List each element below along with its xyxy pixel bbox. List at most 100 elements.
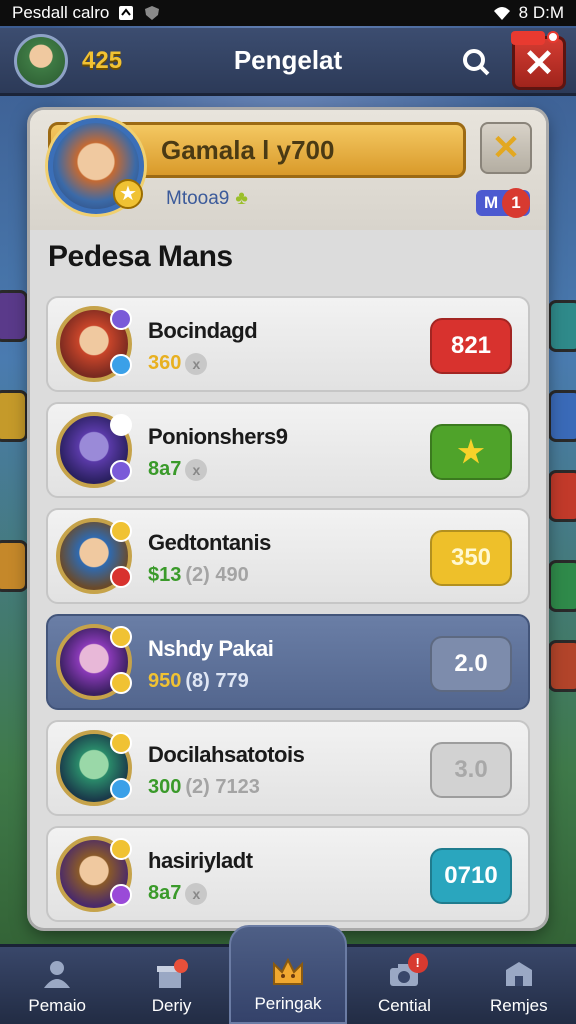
reward-button[interactable]: 2.0 bbox=[430, 636, 512, 692]
player-avatar[interactable] bbox=[14, 33, 68, 88]
bottom-nav: Pemaio Deriy Peringak Cential! Remjes bbox=[0, 925, 576, 1024]
player-score: 8a7 x bbox=[148, 458, 208, 481]
reward-button[interactable]: 3.0 bbox=[430, 742, 512, 798]
rank-badge: M 1 bbox=[476, 188, 530, 218]
leaderboard-row[interactable]: Gedtontanis $13 (2) 490 350 bbox=[46, 508, 530, 604]
rank-number: 1 bbox=[502, 188, 530, 218]
player-portrait bbox=[56, 412, 132, 488]
player-score: 300 (2) 7123 bbox=[148, 776, 260, 799]
nav-item-pemaio[interactable]: Pemaio bbox=[0, 947, 114, 1024]
nav-item-label: Deriy bbox=[151, 996, 192, 1015]
crown-icon bbox=[271, 956, 305, 988]
nav-item-remjes[interactable]: Remjes bbox=[462, 947, 576, 1024]
player-name: Docilahsatotois bbox=[148, 742, 305, 767]
score-extra: (8) 779 bbox=[185, 670, 249, 692]
notification-icon bbox=[119, 6, 134, 20]
player-score: 8a7 x bbox=[148, 882, 208, 905]
class-icon bbox=[110, 672, 132, 694]
nav-item-deriy[interactable]: Deriy bbox=[114, 947, 228, 1024]
multiplier-icon: x bbox=[185, 458, 208, 481]
side-decoration-right bbox=[548, 560, 576, 612]
close-icon: ✕ bbox=[491, 129, 521, 167]
top-header: 425 Pengelat ✕ bbox=[0, 28, 576, 96]
leaderboard-row[interactable]: Bocindagd 360 x 821 bbox=[46, 296, 530, 392]
multiplier-icon: x bbox=[185, 352, 208, 375]
score-value: 8a7 bbox=[148, 458, 182, 480]
player-portrait bbox=[56, 518, 132, 594]
search-button[interactable] bbox=[456, 42, 496, 82]
panel-close-button[interactable]: ✕ bbox=[480, 122, 532, 174]
rank-icon bbox=[110, 838, 132, 860]
search-icon bbox=[463, 49, 490, 76]
player-name: Bocindagd bbox=[148, 318, 258, 343]
leaderboard-panel: Gamala l y700 ★ ✕ Mtooa9 ♣ M 1 Pedesa Man… bbox=[30, 110, 546, 928]
shop-icon bbox=[502, 958, 536, 990]
reward-button[interactable]: 0710 bbox=[430, 848, 512, 904]
notification-dot bbox=[547, 31, 559, 43]
star-icon: ★ bbox=[113, 179, 143, 209]
nav-item-label: Cential bbox=[377, 996, 431, 1015]
status-bar: Pesdall calro 8 D:M bbox=[0, 0, 576, 26]
nav-item-peringak[interactable]: Peringak bbox=[228, 925, 348, 1024]
status-app-text: Pesdall calro bbox=[12, 3, 110, 22]
score-value: 950 bbox=[148, 670, 182, 692]
nav-item-label: Remjes bbox=[490, 996, 548, 1015]
notification-dot bbox=[511, 31, 545, 45]
score-extra: (2) 490 bbox=[185, 564, 249, 586]
player-portrait bbox=[56, 836, 132, 912]
leaderboard-row[interactable]: Nshdy Pakai 950 (8) 779 2.0 bbox=[46, 614, 530, 710]
player-name: Nshdy Pakai bbox=[148, 636, 274, 661]
rank-letter: M bbox=[484, 193, 499, 212]
class-icon bbox=[110, 354, 132, 376]
player-portrait bbox=[56, 624, 132, 700]
class-icon bbox=[110, 566, 132, 588]
rank-icon bbox=[110, 732, 132, 754]
section-title: Pedesa Mans bbox=[48, 240, 233, 273]
rank-icon bbox=[110, 626, 132, 648]
player-score: 950 (8) 779 bbox=[148, 670, 249, 693]
rank-icon bbox=[110, 414, 132, 436]
score-extra: (2) 7123 bbox=[185, 776, 260, 798]
reward-button[interactable]: 821 bbox=[430, 318, 512, 374]
class-icon bbox=[110, 778, 132, 800]
score-value: 360 bbox=[148, 352, 182, 374]
player-name: Gedtontanis bbox=[148, 530, 271, 555]
class-icon bbox=[110, 884, 132, 906]
side-decoration-left bbox=[0, 290, 28, 342]
profile-subtitle: Mtooa9 ♣ bbox=[166, 188, 248, 210]
leaf-icon: ♣ bbox=[235, 188, 248, 209]
profile-section: Gamala l y700 ★ ✕ Mtooa9 ♣ M 1 bbox=[30, 110, 546, 230]
side-decoration-right bbox=[548, 300, 576, 352]
side-decoration-right bbox=[548, 470, 576, 522]
leaderboard-row[interactable]: hasiriyladt 8a7 x 0710 bbox=[46, 826, 530, 922]
player-portrait bbox=[56, 306, 132, 382]
multiplier-icon: x bbox=[185, 882, 208, 905]
side-decoration-left bbox=[0, 390, 28, 442]
close-button[interactable]: ✕ bbox=[511, 31, 566, 90]
nav-item-cential[interactable]: Cential! bbox=[347, 947, 461, 1024]
side-decoration-right bbox=[548, 390, 576, 442]
player-score: $13 (2) 490 bbox=[148, 564, 249, 587]
profile-portrait[interactable]: ★ bbox=[48, 118, 144, 214]
reward-button[interactable]: ★ bbox=[430, 424, 512, 480]
coin-count: 425 bbox=[82, 46, 123, 74]
leaderboard-row[interactable]: Ponionshers9 8a7 x ★ bbox=[46, 402, 530, 498]
gift-icon bbox=[155, 958, 189, 990]
player-score: 360 x bbox=[148, 352, 208, 375]
side-decoration-right bbox=[548, 640, 576, 692]
class-icon bbox=[110, 460, 132, 482]
profile-name: Gamala l y700 bbox=[161, 134, 335, 165]
shield-icon bbox=[145, 6, 160, 20]
profile-subtitle-text: Mtooa9 bbox=[166, 188, 230, 209]
rank-icon bbox=[110, 520, 132, 542]
status-time: 8 D:M bbox=[518, 3, 564, 22]
player-portrait bbox=[56, 730, 132, 806]
score-value: 8a7 bbox=[148, 882, 182, 904]
score-value: 300 bbox=[148, 776, 182, 798]
side-decoration-left bbox=[0, 540, 28, 592]
score-value: $13 bbox=[148, 564, 182, 586]
reward-button[interactable]: 350 bbox=[430, 530, 512, 586]
player-name: Ponionshers9 bbox=[148, 424, 288, 449]
leaderboard-row[interactable]: Docilahsatotois 300 (2) 7123 3.0 bbox=[46, 720, 530, 816]
wifi-icon bbox=[493, 7, 510, 20]
